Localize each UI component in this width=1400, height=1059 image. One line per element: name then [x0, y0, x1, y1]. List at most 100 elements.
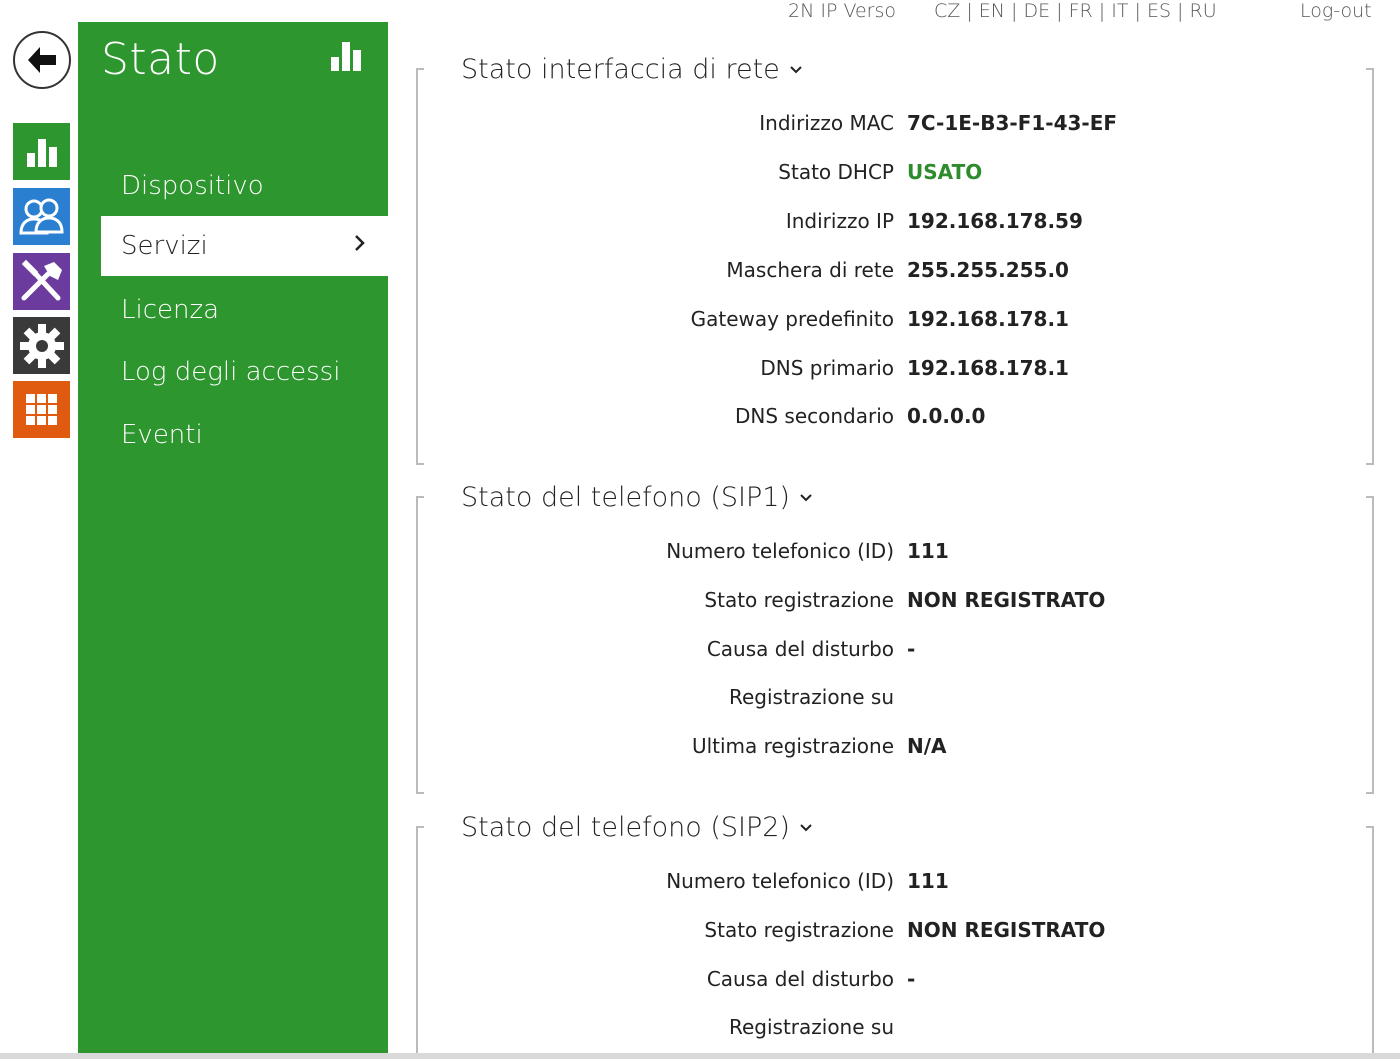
lang-separator: | [1092, 0, 1112, 22]
info-row-phone-id: Numero telefonico (ID) 111 [416, 539, 1374, 569]
chevron-down-icon [800, 823, 812, 831]
chevron-down-icon [790, 65, 802, 73]
menu-item-label: Log degli accessi [121, 357, 341, 387]
info-row-dhcp: Stato DHCP USATO [416, 160, 1374, 190]
row-label: DNS secondario [734, 404, 894, 428]
status-menu: Stato Dispositivo Servizi Licenza Log de… [78, 22, 388, 1059]
row-label: Causa del disturbo [706, 967, 894, 991]
info-row-netmask: Maschera di rete 255.255.255.0 [416, 258, 1374, 288]
top-bar: 2N IP Verso CZ | EN | DE | FR | IT | ES … [0, 0, 1400, 24]
sip1-status-section: Stato del telefono (SIP1) Numero telefon… [416, 482, 1374, 794]
row-value: 192.168.178.1 [907, 307, 1069, 331]
network-section-title[interactable]: Stato interfaccia di rete [461, 54, 802, 85]
row-label: Registrazione su [728, 1015, 894, 1039]
row-label: Causa del disturbo [706, 637, 894, 661]
row-label: Stato registrazione [704, 588, 894, 612]
row-label: Maschera di rete [726, 258, 894, 282]
row-value: 111 [907, 539, 949, 563]
row-value: 255.255.255.0 [907, 258, 1069, 282]
chevron-right-icon [355, 235, 365, 251]
info-row-last-registration: Ultima registrazione N/A [416, 734, 1374, 764]
info-row-dns-primary: DNS primario 192.168.178.1 [416, 356, 1374, 386]
menu-title: Stato [101, 34, 220, 85]
row-value: N/A [907, 734, 947, 758]
info-row-registration-state: Stato registrazione NON REGISTRATO [416, 588, 1374, 618]
lang-separator: | [1128, 0, 1147, 22]
lang-cz[interactable]: CZ [934, 0, 960, 22]
lang-separator: | [1050, 0, 1069, 22]
row-value: 192.168.178.1 [907, 356, 1069, 380]
sip1-section-title[interactable]: Stato del telefono (SIP1) [461, 482, 812, 513]
info-row-failure-cause: Causa del disturbo - [416, 637, 1374, 667]
row-value: 192.168.178.59 [907, 209, 1083, 233]
row-value: 7C-1E-B3-F1-43-EF [907, 111, 1118, 135]
bar-chart-icon [331, 42, 361, 71]
row-value: 0.0.0.0 [907, 404, 986, 428]
lang-separator: | [1005, 0, 1024, 22]
window-bottom-edge [0, 1053, 1400, 1059]
row-label: Indirizzo IP [785, 209, 894, 233]
row-value: NON REGISTRATO [907, 588, 1106, 612]
info-row-registered-at: Registrazione su [416, 1015, 1374, 1045]
users-icon [18, 198, 64, 234]
sip2-section-title[interactable]: Stato del telefono (SIP2) [461, 812, 812, 843]
menu-item-dispositivo[interactable]: Dispositivo [101, 156, 388, 216]
info-row-gateway: Gateway predefinito 192.168.178.1 [416, 307, 1374, 337]
row-label: Numero telefonico (ID) [666, 539, 894, 563]
lang-separator: | [960, 0, 979, 22]
lang-fr[interactable]: FR [1069, 0, 1093, 22]
arrow-left-icon [28, 47, 56, 73]
section-title-text: Stato del telefono (SIP1) [461, 482, 790, 513]
rail-services-button[interactable] [13, 253, 70, 310]
lang-en[interactable]: EN [979, 0, 1005, 22]
lang-de[interactable]: DE [1023, 0, 1050, 22]
menu-item-licenza[interactable]: Licenza [101, 280, 388, 340]
row-value: NON REGISTRATO [907, 918, 1106, 942]
grid-icon [25, 393, 57, 425]
menu-item-log-accessi[interactable]: Log degli accessi [101, 342, 388, 402]
menu-item-label: Eventi [121, 420, 203, 450]
rail-directory-button[interactable] [13, 188, 70, 245]
row-label: DNS primario [760, 356, 894, 380]
gear-icon [19, 323, 64, 368]
row-label: Ultima registrazione [691, 734, 894, 758]
menu-item-label: Servizi [121, 231, 208, 261]
menu-item-servizi[interactable]: Servizi [101, 216, 388, 276]
row-value: - [907, 967, 916, 991]
row-label: Registrazione su [728, 685, 894, 709]
rail-system-button[interactable] [13, 317, 70, 374]
lang-es[interactable]: ES [1147, 0, 1171, 22]
row-value: 111 [907, 869, 949, 893]
language-switcher: CZ | EN | DE | FR | IT | ES | RU [934, 0, 1217, 22]
section-title-text: Stato interfaccia di rete [461, 54, 780, 85]
row-label: Stato DHCP [778, 160, 894, 184]
row-label: Gateway predefinito [690, 307, 894, 331]
product-name: 2N IP Verso [788, 0, 896, 22]
rail-status-button[interactable] [13, 123, 70, 180]
lang-separator: | [1171, 0, 1190, 22]
row-value: - [907, 637, 916, 661]
sip2-status-section: Stato del telefono (SIP2) Numero telefon… [416, 812, 1374, 1059]
info-row-phone-id: Numero telefonico (ID) 111 [416, 869, 1374, 899]
row-label: Numero telefonico (ID) [666, 869, 894, 893]
info-row-failure-cause: Causa del disturbo - [416, 967, 1374, 997]
network-status-section: Stato interfaccia di rete Indirizzo MAC … [416, 54, 1374, 465]
icon-rail [0, 0, 78, 1059]
info-row-ip: Indirizzo IP 192.168.178.59 [416, 209, 1374, 239]
back-button[interactable] [13, 31, 71, 89]
rail-hardware-button[interactable] [13, 381, 70, 438]
bar-chart-icon [26, 138, 57, 167]
lang-it[interactable]: IT [1111, 0, 1128, 22]
logout-link[interactable]: Log-out [1300, 0, 1372, 22]
menu-item-label: Dispositivo [121, 171, 264, 201]
row-value: USATO [907, 160, 983, 184]
row-label: Indirizzo MAC [759, 111, 894, 135]
info-row-mac: Indirizzo MAC 7C-1E-B3-F1-43-EF [416, 111, 1374, 141]
info-row-registered-at: Registrazione su [416, 685, 1374, 715]
section-title-text: Stato del telefono (SIP2) [461, 812, 790, 843]
tools-icon [21, 259, 62, 300]
menu-item-eventi[interactable]: Eventi [101, 405, 388, 465]
row-label: Stato registrazione [704, 918, 894, 942]
info-row-registration-state: Stato registrazione NON REGISTRATO [416, 918, 1374, 948]
lang-ru[interactable]: RU [1190, 0, 1217, 22]
